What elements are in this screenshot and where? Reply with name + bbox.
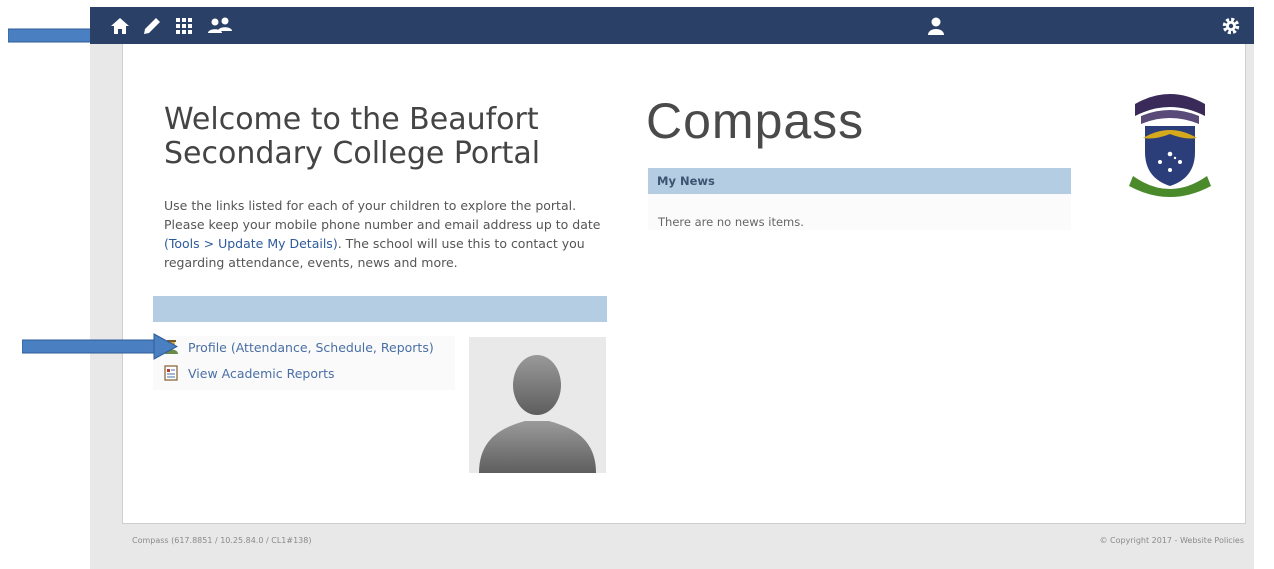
footer-version: Compass (617.8851 / 10.25.84.0 / CL1#138… xyxy=(132,536,312,545)
intro-text-part1: Use the links listed for each of your ch… xyxy=(164,198,601,232)
footer-copyright-link[interactable]: © Copyright 2017 - Website Policies xyxy=(1099,536,1244,545)
academic-reports-link-label: View Academic Reports xyxy=(188,365,335,381)
report-icon xyxy=(163,365,180,381)
news-empty-text: There are no news items. xyxy=(658,215,804,229)
student-photo-placeholder xyxy=(469,337,606,473)
school-crest-logo xyxy=(1115,82,1225,200)
intro-text: Use the links listed for each of your ch… xyxy=(164,196,614,272)
cropped-caption xyxy=(235,0,755,6)
top-navbar xyxy=(90,7,1254,44)
news-header: My News xyxy=(648,168,1071,194)
gear-icon[interactable] xyxy=(1221,16,1243,36)
people-icon[interactable] xyxy=(206,16,234,36)
pencil-icon[interactable] xyxy=(142,16,164,36)
user-icon[interactable] xyxy=(926,16,948,36)
profile-link[interactable]: Profile (Attendance, Schedule, Reports) xyxy=(163,338,434,356)
welcome-title: Welcome to the Beaufort Secondary Colleg… xyxy=(164,102,541,171)
annotation-arrow-profile xyxy=(22,333,178,360)
academic-reports-link[interactable]: View Academic Reports xyxy=(163,364,335,382)
profile-link-label: Profile (Attendance, Schedule, Reports) xyxy=(188,339,434,355)
home-icon[interactable] xyxy=(110,16,132,36)
app-title: Compass xyxy=(646,93,865,149)
update-details-link[interactable]: (Tools > Update My Details) xyxy=(164,236,338,251)
news-header-label: My News xyxy=(657,174,715,188)
student-section-header xyxy=(153,296,607,322)
grid-icon[interactable] xyxy=(174,16,196,36)
silhouette-icon xyxy=(479,355,596,473)
